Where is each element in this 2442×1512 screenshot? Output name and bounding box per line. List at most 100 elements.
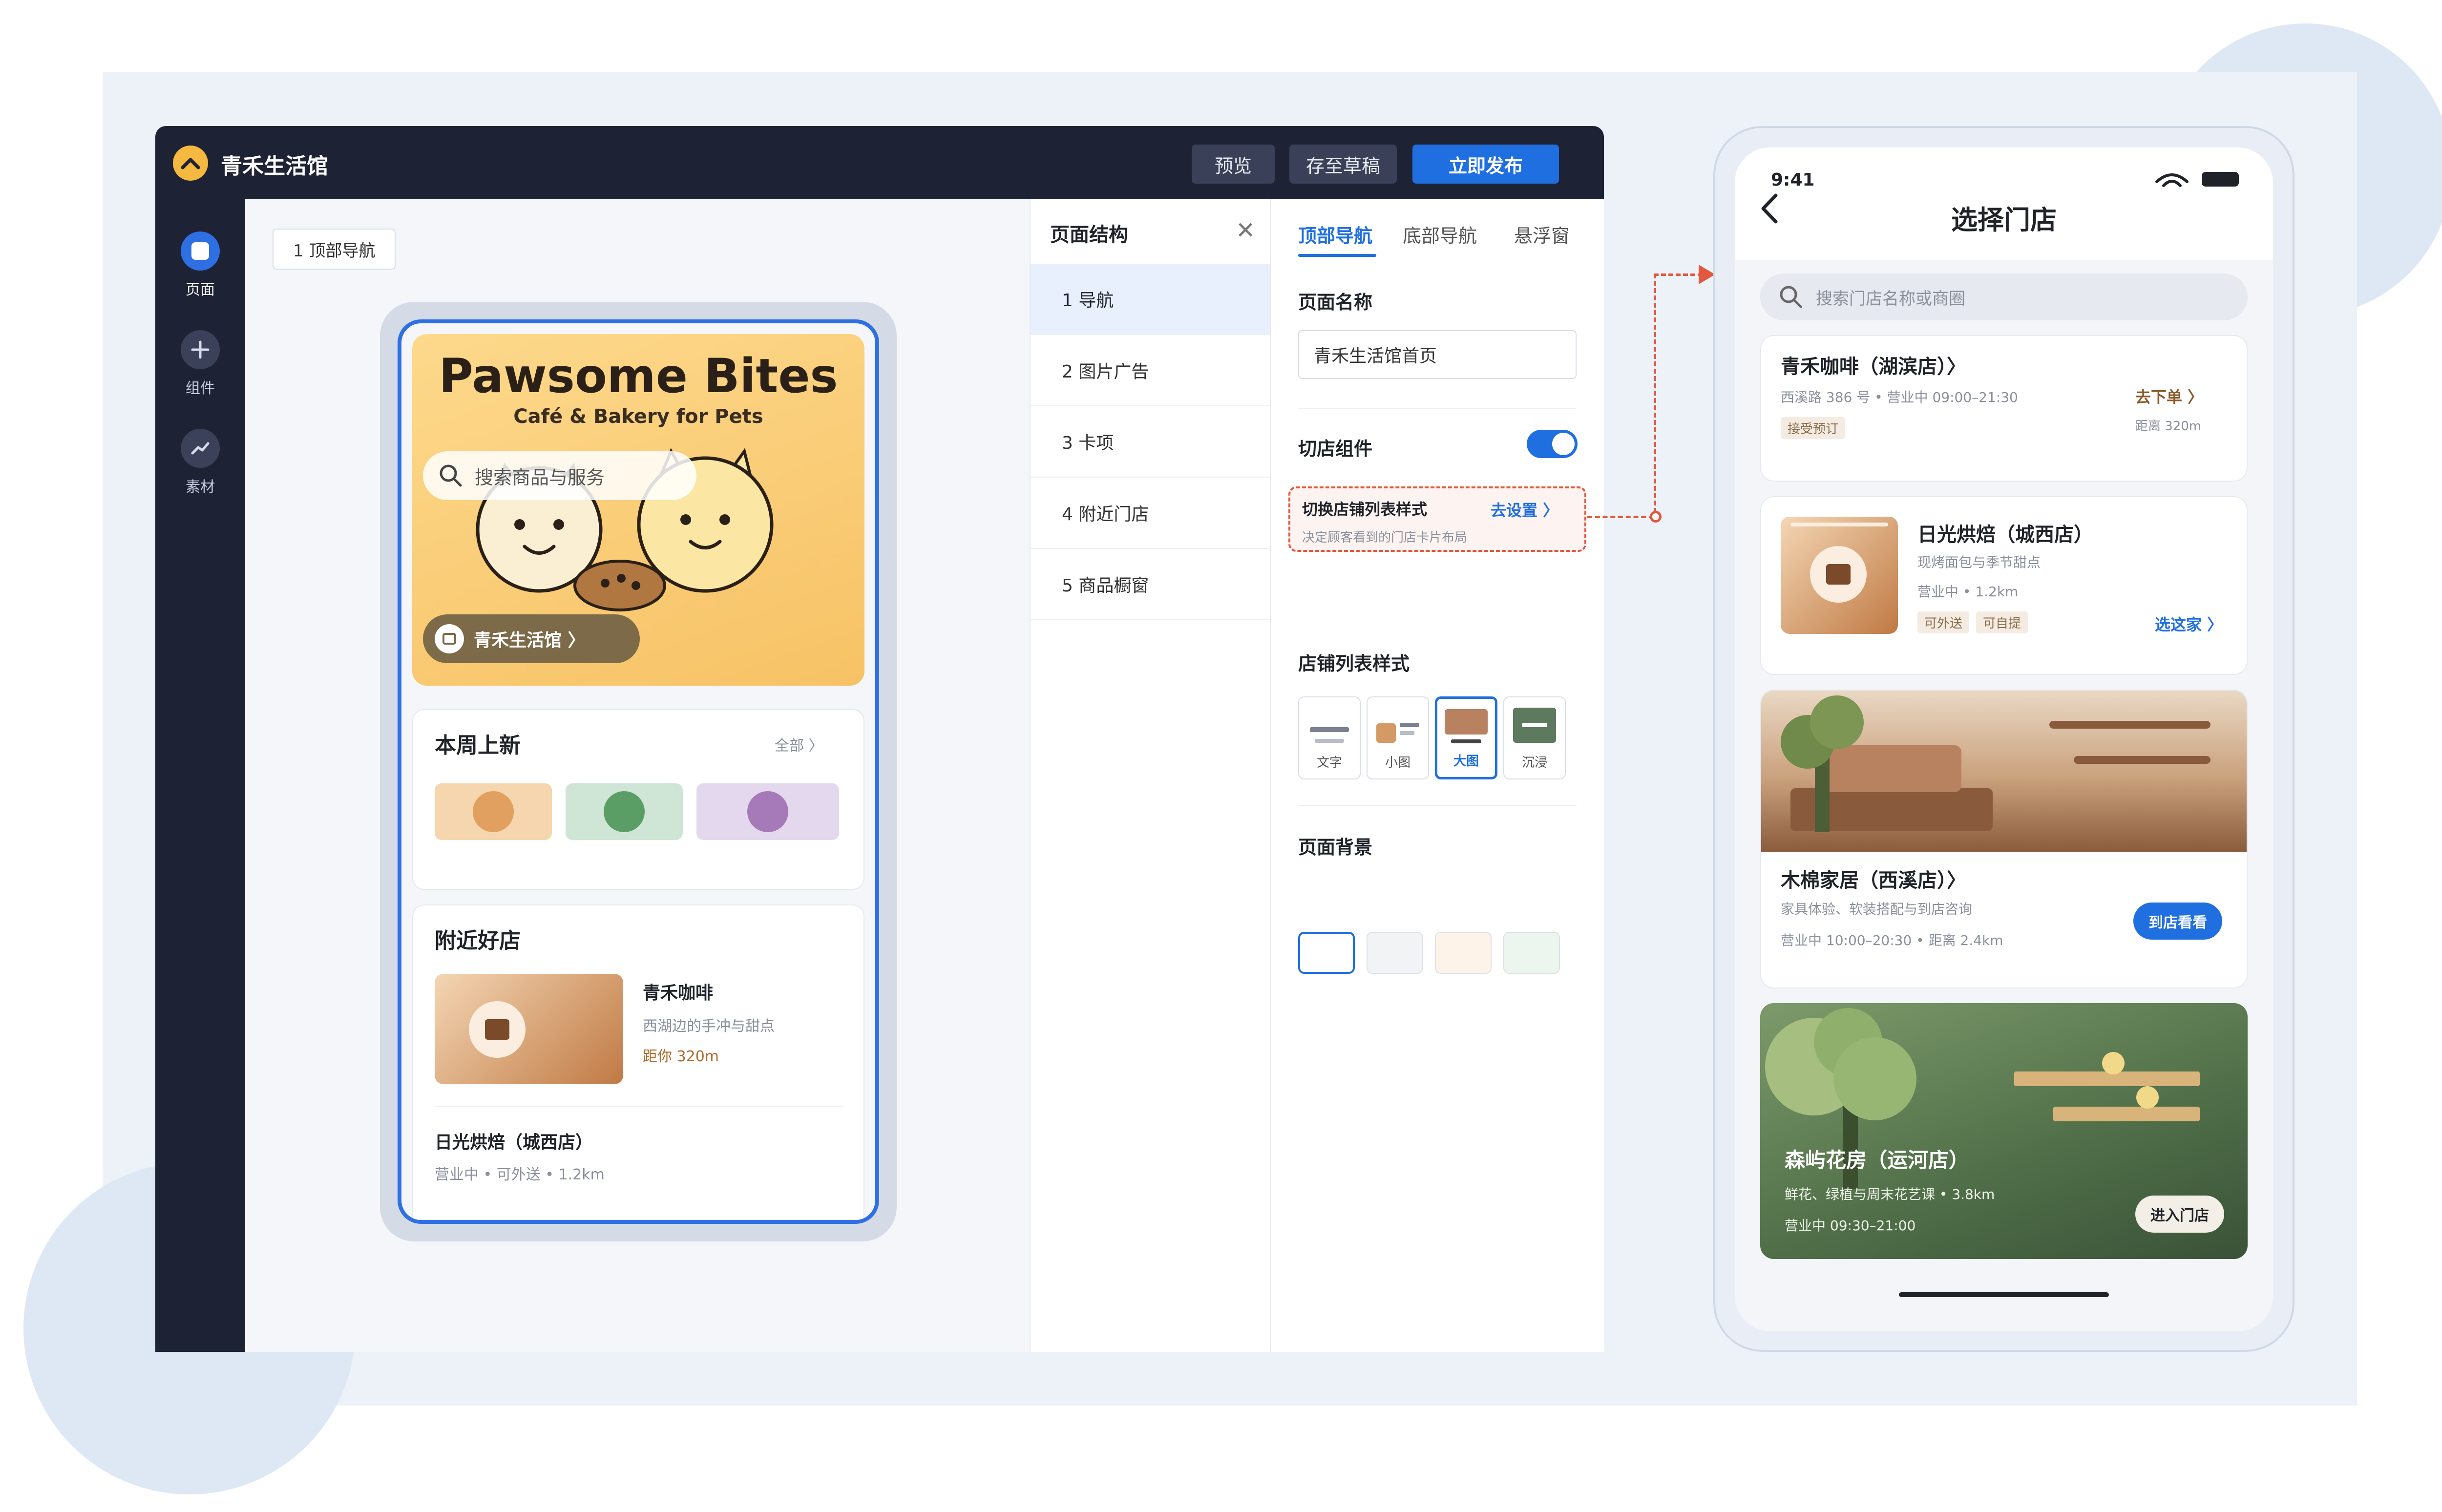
hero-title: Pawsome Bites (439, 349, 838, 403)
page-name-label: 页面名称 (1298, 292, 1373, 313)
rail-label: 组件 (186, 380, 215, 397)
structure-item[interactable]: 4 附近门店 (1031, 478, 1271, 549)
store-decor (2102, 1052, 2125, 1074)
selected-component-crumb[interactable]: 1 顶部导航 (273, 229, 396, 270)
order-link[interactable]: 去下单 〉 (2135, 385, 2203, 407)
store-name[interactable]: 日光烘焙（城西店） (435, 1128, 593, 1154)
bg-swatch-cream[interactable] (1435, 932, 1492, 974)
phone-mockup: Pawsome Bites Café & Bakery for Pets 搜索商… (380, 302, 897, 1241)
battery-icon (2202, 172, 2239, 187)
close-icon[interactable]: ✕ (1236, 217, 1255, 244)
coffee-cup-icon (469, 1001, 526, 1058)
list-style-small[interactable]: 小图 (1367, 696, 1429, 779)
page-bg-label: 页面背景 (1298, 837, 1373, 858)
divider (1298, 408, 1577, 409)
new-arrivals-title: 本周上新 (435, 733, 521, 758)
rail-label: 素材 (186, 479, 215, 496)
tab-top-nav[interactable]: 顶部导航 (1298, 221, 1372, 248)
structure-item[interactable]: 1 导航 (1031, 264, 1271, 335)
view-all-link[interactable]: 全部 〉 (775, 734, 823, 755)
style-hint-box[interactable]: 切换店铺列表样式 去设置 〉 决定顾客看到的门店卡片布局 (1288, 486, 1586, 552)
store-decor (2014, 1071, 2200, 1086)
choose-store-link[interactable]: 选这家 〉 (2155, 612, 2223, 635)
store-decor (2136, 1086, 2159, 1109)
connector-line (1587, 516, 1654, 518)
switch-store-label: 切店组件 (1298, 438, 1373, 460)
store-card[interactable]: 森屿花房（运河店） 鲜花、绿植与周末花艺课 • 3.8km 营业中 09:30–… (1760, 1003, 2248, 1259)
store-thumbnail (435, 974, 623, 1084)
hero-banner[interactable]: Pawsome Bites Café & Bakery for Pets 搜索商… (412, 334, 864, 686)
arrow-right-icon (1699, 265, 1715, 284)
tab-bottom-nav[interactable]: 底部导航 (1403, 221, 1477, 248)
publish-button[interactable]: 立即发布 (1412, 145, 1559, 184)
structure-item[interactable]: 2 图片广告 (1031, 335, 1271, 406)
home-indicator (1899, 1292, 2109, 1297)
store-name: 木棉家居（西溪店）〉 (1781, 869, 1966, 892)
style-label: 文字 (1316, 756, 1342, 770)
store-pill-label: 青禾生活馆 〉 (474, 630, 586, 651)
switch-store-toggle[interactable] (1527, 430, 1578, 458)
preview-button[interactable]: 预览 (1192, 145, 1275, 184)
style-label: 沉浸 (1521, 756, 1547, 770)
list-style-large[interactable]: 大图 (1435, 696, 1497, 779)
product-tile[interactable] (435, 783, 552, 840)
divider (435, 1106, 844, 1107)
coffee-cup-icon (1810, 546, 1867, 603)
phone-screen[interactable]: Pawsome Bites Café & Bakery for Pets 搜索商… (398, 319, 879, 1224)
visit-store-button[interactable]: 到店看看 (2133, 903, 2222, 940)
store-meta: 营业中 • 可外送 • 1.2km (435, 1166, 605, 1183)
store-banner-image (1761, 691, 2247, 852)
tab-floating-window[interactable]: 悬浮窗 (1514, 221, 1570, 248)
plus-icon (181, 330, 220, 369)
page-icon (181, 231, 220, 271)
tag: 可自提 (1976, 611, 2028, 633)
enter-store-button[interactable]: 进入门店 (2135, 1196, 2224, 1233)
preview-header: 9:41 选择门店 (1735, 147, 2273, 260)
store-tags: 接受预订 (1781, 417, 1852, 439)
bg-swatch-white[interactable] (1298, 932, 1355, 974)
rail-item-assets[interactable]: 素材 (155, 429, 245, 496)
structure-title: 页面结构 (1050, 224, 1128, 246)
store-distance: 距离 320m (2135, 419, 2202, 434)
left-rail: 页面 组件 素材 (155, 199, 245, 1352)
save-draft-button[interactable]: 存至草稿 (1289, 145, 1397, 184)
hero-search-bar[interactable]: 搜索商品与服务 (423, 451, 696, 500)
page-name-input[interactable]: 青禾生活馆首页 (1298, 330, 1577, 379)
style-label: 小图 (1385, 756, 1410, 770)
list-style-label: 店铺列表样式 (1298, 653, 1410, 674)
store-icon (435, 624, 464, 653)
store-switch-pill[interactable]: 青禾生活馆 〉 (423, 614, 640, 663)
structure-item[interactable]: 5 商品橱窗 (1031, 549, 1271, 620)
store-name[interactable]: 青禾咖啡 (643, 979, 713, 1004)
search-placeholder: 搜索门店名称或商圈 (1816, 289, 1965, 309)
connector-line (1654, 273, 1703, 276)
store-card[interactable]: 日光烘焙（城西店） 现烤面包与季节甜点 营业中 • 1.2km 可外送 可自提 选… (1760, 496, 2248, 675)
bg-swatch-mint[interactable] (1503, 932, 1560, 974)
product-tile[interactable] (566, 783, 683, 840)
store-decor (1833, 1037, 1916, 1120)
store-card[interactable]: 青禾咖啡（湖滨店）〉 西溪路 386 号 • 营业中 09:00–21:30 接… (1760, 335, 2248, 482)
rail-item-components[interactable]: 组件 (155, 330, 245, 398)
store-card[interactable]: 木棉家居（西溪店）〉 家具体验、软装搭配与到店咨询 营业中 10:00–20:3… (1760, 690, 2248, 988)
list-style-immersive[interactable]: 沉浸 (1503, 696, 1566, 779)
go-settings-link[interactable]: 去设置 〉 (1491, 498, 1558, 521)
store-decor (2053, 1107, 2200, 1121)
structure-item[interactable]: 3 卡项 (1031, 406, 1271, 478)
search-icon (1780, 286, 1802, 308)
editor-canvas: 1 顶部导航 Pawsome Bites Café & Bakery for P… (245, 199, 1030, 1352)
status-time: 9:41 (1771, 170, 1815, 190)
hero-subtitle: Café & Bakery for Pets (513, 405, 763, 428)
list-style-text[interactable]: 文字 (1298, 696, 1361, 779)
store-search-bar[interactable]: 搜索门店名称或商圈 (1760, 273, 2248, 320)
store-desc: 现烤面包与季节甜点 (1917, 554, 2041, 570)
product-tile[interactable] (696, 783, 839, 840)
store-meta: 营业中 09:30–21:00 (1785, 1218, 1916, 1234)
store-meta: 营业中 • 1.2km (1917, 584, 2019, 600)
brand-name: 青禾生活馆 (221, 154, 328, 179)
rail-item-page[interactable]: 页面 (155, 231, 245, 299)
bg-swatch-gray[interactable] (1367, 932, 1423, 974)
store-distance: 距你 320m (643, 1048, 719, 1065)
search-placeholder: 搜索商品与服务 (475, 466, 605, 488)
divider (1298, 805, 1577, 806)
style-label: 大图 (1453, 754, 1479, 769)
